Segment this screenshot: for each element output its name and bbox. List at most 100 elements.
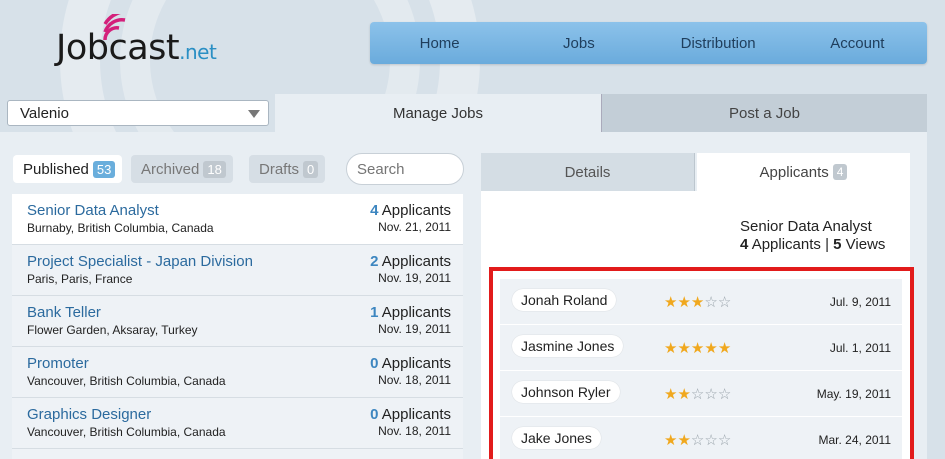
chevron-down-icon <box>248 110 260 118</box>
star-empty-icon[interactable]: ☆ <box>704 432 717 449</box>
summary-applicants-label: Applicants <box>751 236 821 253</box>
job-count-label: Applicants <box>381 253 451 270</box>
job-date: Nov. 18, 2011 <box>378 424 451 438</box>
star-empty-icon[interactable]: ☆ <box>691 432 704 449</box>
nav-home[interactable]: Home <box>370 35 509 52</box>
filter-drafts[interactable]: Drafts 0 <box>249 155 326 183</box>
job-date: Nov. 21, 2011 <box>378 220 451 234</box>
star-filled-icon[interactable]: ★ <box>691 294 704 311</box>
logo-tld: .net <box>179 40 217 64</box>
filter-published-count: 53 <box>92 160 116 178</box>
nav-distribution[interactable]: Distribution <box>649 35 788 52</box>
star-filled-icon[interactable]: ★ <box>718 340 731 357</box>
job-count-label: Applicants <box>381 202 451 219</box>
job-applicant-count: 4 Applicants <box>370 202 451 219</box>
nav-jobs[interactable]: Jobs <box>509 35 648 52</box>
filter-archived-label: Archived <box>141 160 200 178</box>
job-applicant-count: 0 Applicants <box>370 406 451 423</box>
job-count-number: 1 <box>370 304 379 321</box>
company-select-value: Valenio <box>20 104 69 122</box>
job-row[interactable] <box>12 449 463 459</box>
job-date: Nov. 18, 2011 <box>378 373 451 387</box>
star-filled-icon[interactable]: ★ <box>704 340 717 357</box>
job-applicant-count: 0 Applicants <box>370 355 451 372</box>
star-empty-icon[interactable]: ☆ <box>691 386 704 403</box>
applicant-date: Jul. 9, 2011 <box>829 295 891 309</box>
company-select[interactable]: Valenio <box>7 100 269 126</box>
star-filled-icon[interactable]: ★ <box>664 386 677 403</box>
job-applicant-count: 1 Applicants <box>370 304 451 321</box>
applicant-date: Jul. 1, 2011 <box>829 341 891 355</box>
star-filled-icon[interactable]: ★ <box>664 340 677 357</box>
applicant-name[interactable]: Johnson Ryler <box>512 381 620 403</box>
star-filled-icon[interactable]: ★ <box>691 340 704 357</box>
tab-applicants-label: Applicants <box>759 163 829 181</box>
job-count-number: 0 <box>370 355 379 372</box>
filter-archived-count: 18 <box>203 160 226 178</box>
star-filled-icon[interactable]: ★ <box>664 294 677 311</box>
star-filled-icon[interactable]: ★ <box>677 340 690 357</box>
job-count-label: Applicants <box>381 406 451 423</box>
job-row[interactable]: Project Specialist - Japan Division Pari… <box>12 245 463 296</box>
star-rating[interactable]: ★★★★★ <box>664 339 731 357</box>
main-nav: Home Jobs Distribution Account <box>370 22 927 64</box>
applicant-name[interactable]: Jonah Roland <box>512 289 617 311</box>
applicant-row[interactable]: Jake Jones ★★☆☆☆ Mar. 24, 2011 <box>500 417 902 459</box>
filter-drafts-label: Drafts <box>259 160 300 178</box>
star-filled-icon[interactable]: ★ <box>664 432 677 449</box>
summary-applicant-count: 4 <box>740 236 749 253</box>
summary-title: Senior Data Analyst <box>740 218 872 235</box>
applicant-row[interactable]: Johnson Ryler ★★☆☆☆ May. 19, 2011 <box>500 371 902 417</box>
filter-published-label: Published <box>23 160 89 178</box>
tab-post-job[interactable]: Post a Job <box>601 94 927 132</box>
star-rating[interactable]: ★★★☆☆ <box>664 293 731 311</box>
star-empty-icon[interactable]: ☆ <box>704 294 717 311</box>
job-row[interactable]: Bank Teller Flower Garden, Aksaray, Turk… <box>12 296 463 347</box>
job-list: Senior Data Analyst Burnaby, British Col… <box>12 194 463 459</box>
summary-separator: | <box>825 236 829 253</box>
star-empty-icon[interactable]: ☆ <box>704 386 717 403</box>
tab-applicants-count: 4 <box>832 164 848 180</box>
star-filled-icon[interactable]: ★ <box>677 386 690 403</box>
logo-brand: Jobcast <box>56 28 180 68</box>
summary-views-label: Views <box>845 236 886 253</box>
job-row[interactable]: Promoter Vancouver, British Columbia, Ca… <box>12 347 463 398</box>
tab-details[interactable]: Details <box>481 153 695 191</box>
star-filled-icon[interactable]: ★ <box>677 294 690 311</box>
star-rating[interactable]: ★★☆☆☆ <box>664 431 731 449</box>
applicant-list: Jonah Roland ★★★☆☆ Jul. 9, 2011 Jasmine … <box>489 267 914 459</box>
job-summary: Senior Data Analyst 4 Applicants | 5 Vie… <box>740 218 885 254</box>
job-row[interactable]: Senior Data Analyst Burnaby, British Col… <box>12 194 463 245</box>
job-count-label: Applicants <box>381 304 451 321</box>
job-count-number: 4 <box>370 202 379 219</box>
star-rating[interactable]: ★★☆☆☆ <box>664 385 731 403</box>
jobcast-logo[interactable]: Jobcast.net <box>56 14 256 72</box>
applicant-name[interactable]: Jake Jones <box>512 427 601 449</box>
logo-text: Jobcast.net <box>56 28 217 68</box>
nav-account[interactable]: Account <box>788 35 927 52</box>
summary-view-count: 5 <box>833 236 842 253</box>
applicant-name[interactable]: Jasmine Jones <box>512 335 624 357</box>
applicant-row[interactable]: Jasmine Jones ★★★★★ Jul. 1, 2011 <box>500 325 902 371</box>
applicant-row[interactable]: Jonah Roland ★★★☆☆ Jul. 9, 2011 <box>500 279 902 325</box>
filter-published[interactable]: Published 53 <box>13 155 123 183</box>
job-count-label: Applicants <box>381 355 451 372</box>
summary-stats: 4 Applicants | 5 Views <box>740 236 885 254</box>
search-input[interactable] <box>346 153 464 185</box>
job-date: Nov. 19, 2011 <box>378 322 451 336</box>
filter-drafts-count: 0 <box>303 160 319 178</box>
star-empty-icon[interactable]: ☆ <box>718 386 731 403</box>
filter-archived[interactable]: Archived 18 <box>131 155 233 183</box>
applicant-date: May. 19, 2011 <box>816 387 891 401</box>
tab-applicants[interactable]: Applicants 4 <box>697 153 910 191</box>
job-count-number: 2 <box>370 253 379 270</box>
job-count-number: 0 <box>370 406 379 423</box>
job-applicant-count: 2 Applicants <box>370 253 451 270</box>
star-empty-icon[interactable]: ☆ <box>718 294 731 311</box>
star-empty-icon[interactable]: ☆ <box>718 432 731 449</box>
job-date: Nov. 19, 2011 <box>378 271 451 285</box>
applicant-date: Mar. 24, 2011 <box>818 433 892 447</box>
star-filled-icon[interactable]: ★ <box>677 432 690 449</box>
job-row[interactable]: Graphics Designer Vancouver, British Col… <box>12 398 463 449</box>
tab-manage-jobs[interactable]: Manage Jobs <box>275 94 601 132</box>
